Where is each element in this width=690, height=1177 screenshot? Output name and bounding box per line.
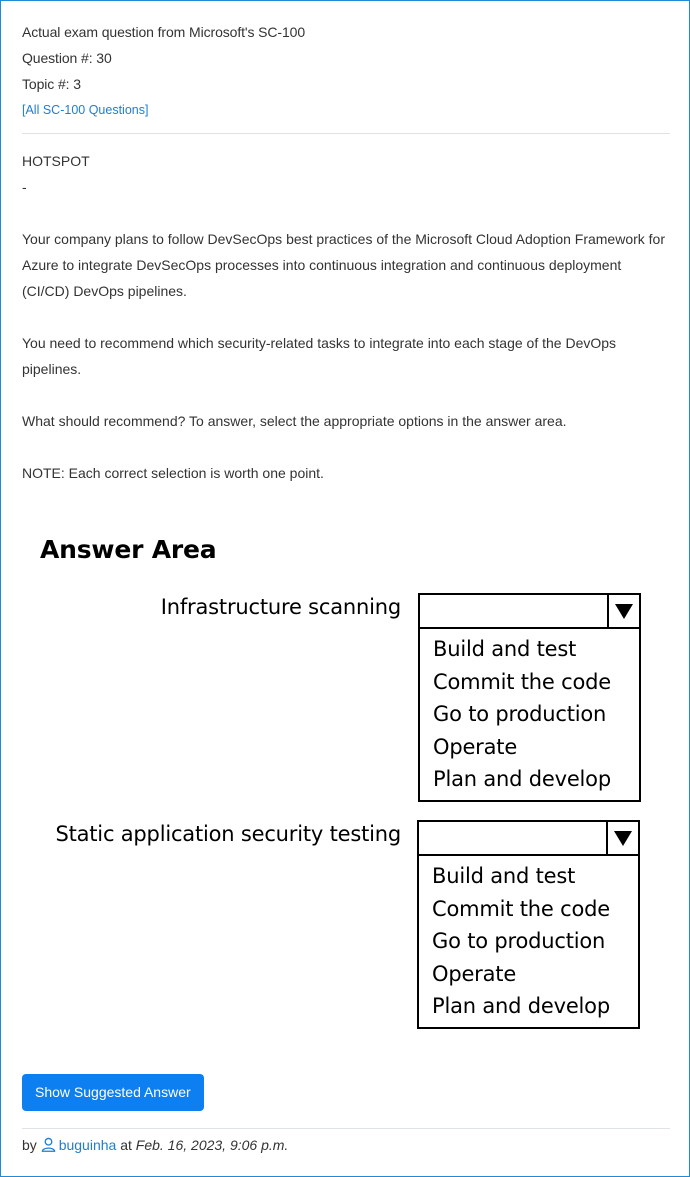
dropdown-option[interactable]: Plan and develop — [433, 763, 639, 796]
answer-area-title: Answer Area — [40, 535, 217, 564]
question-paragraph-2: You need to recommend which security-rel… — [22, 335, 617, 377]
post-date: Feb. 16, 2023, 9:06 p.m. — [135, 1137, 289, 1153]
dropdown-option[interactable]: Go to production — [433, 698, 639, 731]
dropdown-header[interactable] — [419, 822, 638, 856]
dropdown-options: Build and test Commit the code Go to pro… — [420, 629, 639, 800]
dropdown-infrastructure-scanning[interactable]: Build and test Commit the code Go to pro… — [418, 593, 641, 802]
username-link[interactable]: buguinha — [59, 1137, 117, 1153]
dropdown-option[interactable]: Operate — [432, 958, 638, 991]
question-number: Question #: 30 — [22, 50, 112, 66]
dropdown-option[interactable]: Build and test — [432, 860, 638, 893]
question-paragraph-4: NOTE: Each correct selection is worth on… — [22, 465, 324, 481]
user-icon — [41, 1137, 55, 1152]
dropdown-option[interactable]: Plan and develop — [432, 990, 638, 1023]
question-paragraph-1: Your company plans to follow DevSecOps b… — [22, 231, 666, 299]
topic-number: Topic #: 3 — [22, 76, 81, 92]
answer-area-image: Answer Area Infrastructure scanning Buil… — [1, 527, 690, 1057]
question-paragraph-3: What should recommend? To answer, select… — [22, 413, 567, 429]
dropdown-option[interactable]: Go to production — [432, 925, 638, 958]
row-label-infrastructure-scanning: Infrastructure scanning — [160, 595, 401, 619]
footer-divider — [22, 1128, 670, 1129]
row-label-static-app-security-testing: Static application security testing — [55, 822, 401, 846]
dropdown-options: Build and test Commit the code Go to pro… — [419, 856, 638, 1027]
footer-by: by — [22, 1137, 37, 1153]
dropdown-option[interactable]: Commit the code — [432, 893, 638, 926]
question-body: HOTSPOT - Your company plans to follow D… — [22, 148, 670, 486]
question-dash: - — [22, 179, 27, 195]
dropdown-option[interactable]: Operate — [433, 731, 639, 764]
dropdown-option[interactable]: Commit the code — [433, 666, 639, 699]
dropdown-header[interactable] — [420, 595, 639, 629]
dropdown-arrow-icon[interactable] — [607, 595, 639, 627]
show-suggested-answer-button[interactable]: Show Suggested Answer — [22, 1074, 204, 1111]
footer-at: at — [120, 1137, 132, 1153]
dropdown-option[interactable]: Build and test — [433, 633, 639, 666]
dropdown-arrow-icon[interactable] — [606, 822, 638, 854]
exam-title: Actual exam question from Microsoft's SC… — [22, 24, 306, 40]
all-questions-link[interactable]: [All SC-100 Questions] — [22, 97, 670, 123]
dropdown-static-app-security-testing[interactable]: Build and test Commit the code Go to pro… — [417, 820, 640, 1029]
question-type: HOTSPOT — [22, 153, 90, 169]
post-footer: by buguinha at Feb. 16, 2023, 9:06 p.m. — [22, 1134, 288, 1156]
header-divider — [22, 133, 670, 134]
question-card: Actual exam question from Microsoft's SC… — [22, 19, 670, 512]
